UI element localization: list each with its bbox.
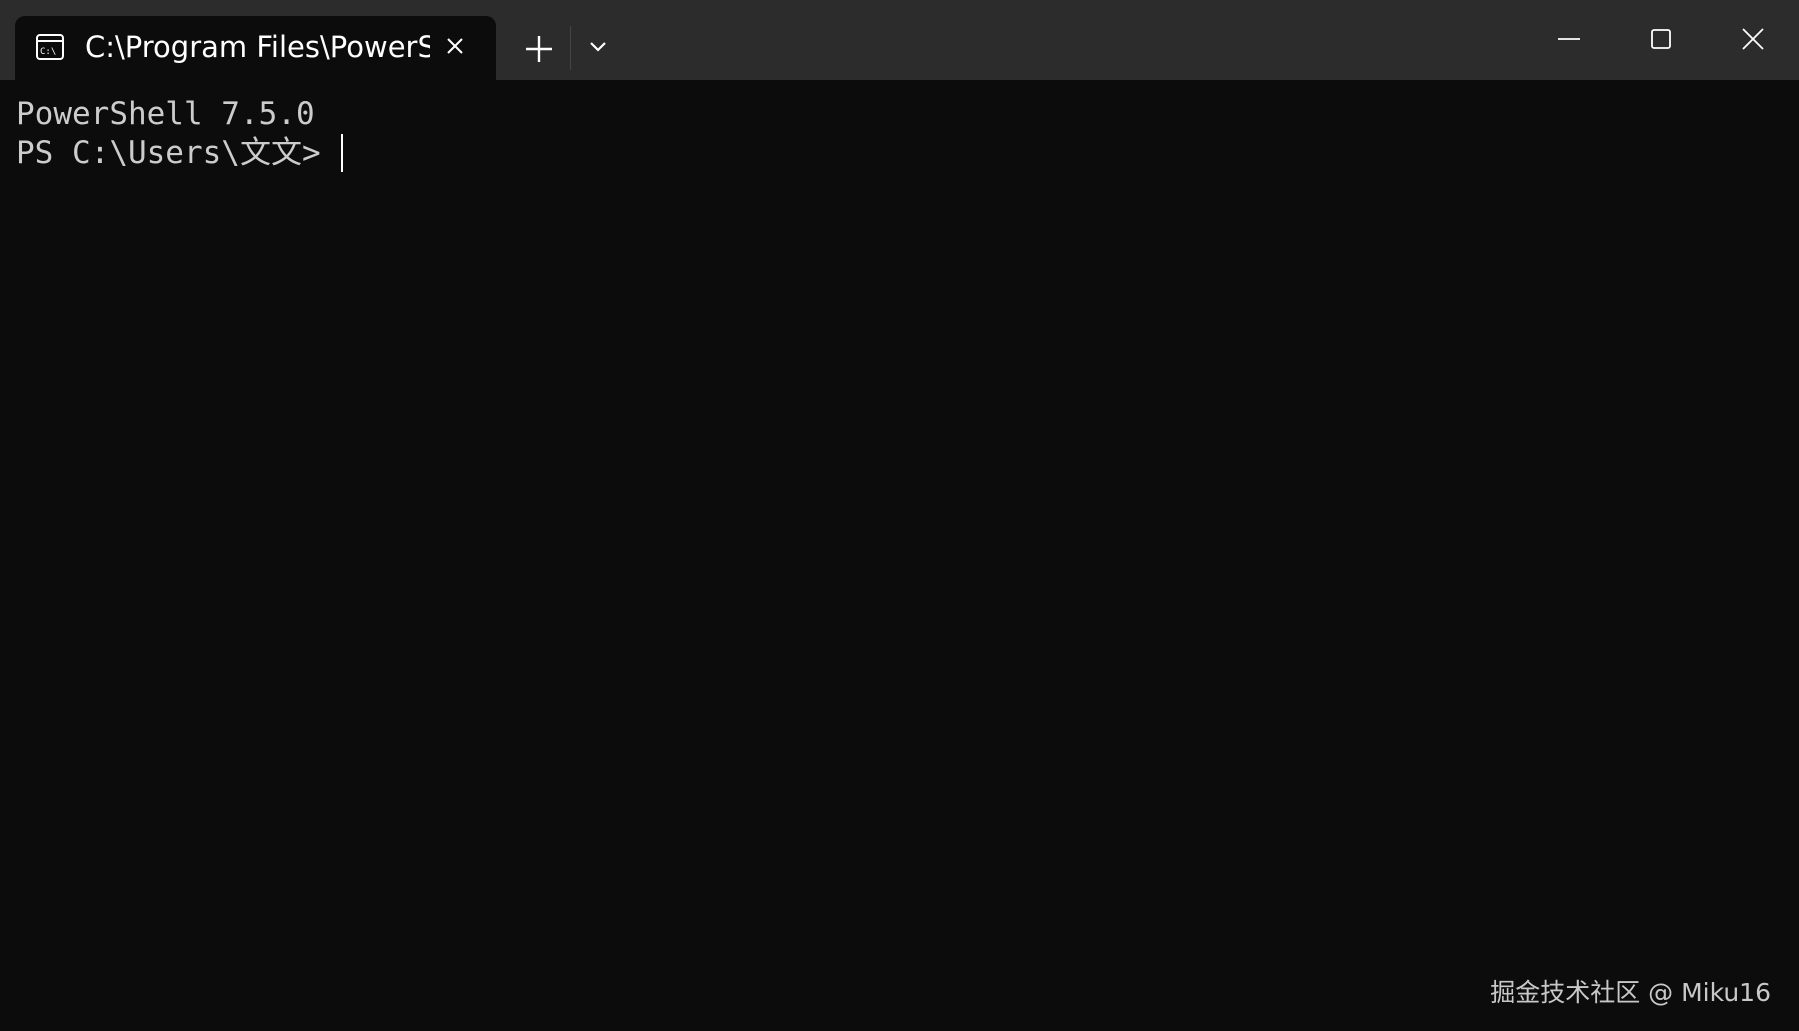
chevron-down-icon [590, 42, 606, 52]
terminal-prompt: PS C:\Users\文文> [16, 135, 340, 171]
tab-close-icon[interactable] [440, 31, 470, 61]
terminal-prompt-line[interactable]: PS C:\Users\文文> [16, 134, 344, 172]
terminal-line-text: PowerShell 7.5.0 [16, 96, 315, 132]
svg-text:C:\: C:\ [40, 47, 56, 57]
terminal-window: C:\ C:\Program Files\PowerShell\7\pwsh.e… [0, 0, 1799, 1031]
tab-separator [570, 26, 571, 70]
tab-title: C:\Program Files\PowerShell\7\pwsh.exe [85, 30, 430, 64]
title-bar[interactable]: C:\ C:\Program Files\PowerShell\7\pwsh.e… [0, 0, 1799, 80]
watermark: 掘金技术社区 @ Miku16 [1490, 978, 1771, 1007]
minimize-icon [1558, 38, 1580, 40]
maximize-button[interactable] [1615, 0, 1707, 78]
new-tab-button[interactable] [520, 30, 558, 68]
close-window-button[interactable] [1707, 0, 1799, 78]
tab-dropdown-button[interactable] [583, 32, 613, 62]
terminal-line: PowerShell 7.5.0 [16, 95, 315, 133]
plus-icon [526, 36, 552, 62]
minimize-button[interactable] [1523, 0, 1615, 78]
close-icon [1742, 28, 1764, 50]
text-cursor [341, 134, 344, 172]
terminal-content[interactable]: PowerShell 7.5.0 PS C:\Users\文文> 掘金技术社区 … [0, 80, 1799, 1031]
maximize-icon [1651, 29, 1671, 49]
terminal-cmd-icon: C:\ [35, 32, 65, 62]
tab-powershell[interactable]: C:\ C:\Program Files\PowerShell\7\pwsh.e… [15, 16, 496, 80]
